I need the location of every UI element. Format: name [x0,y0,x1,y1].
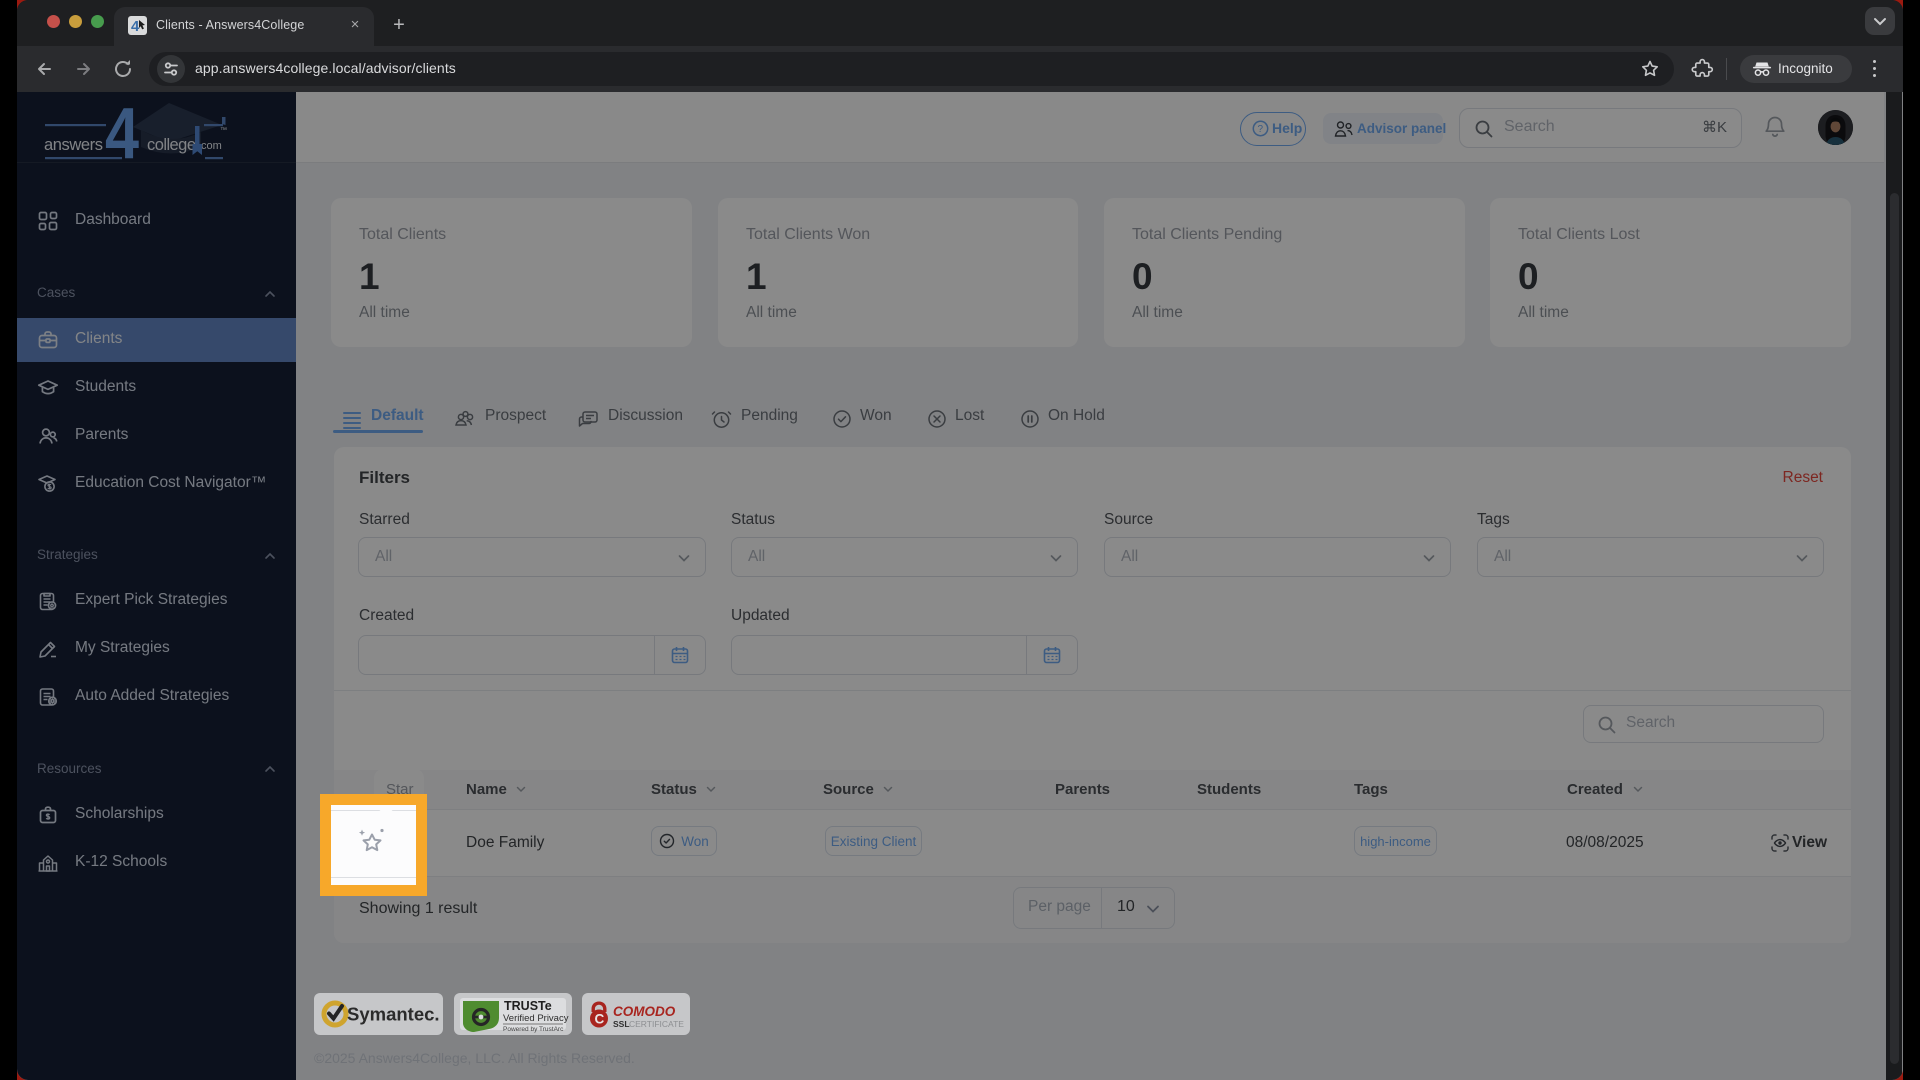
svg-text:4: 4 [131,18,140,35]
svg-text:COMODO: COMODO [613,1004,676,1019]
svg-text:Powered by TrustArc: Powered by TrustArc [503,1026,564,1033]
svg-text:C: C [595,1012,605,1027]
svg-text:Symantec.: Symantec. [347,1004,440,1025]
svg-text:CERTIFICATE: CERTIFICATE [629,1019,684,1029]
svg-text:TRUSTe: TRUSTe [504,999,552,1013]
svg-text:Verified Privacy: Verified Privacy [503,1013,569,1024]
svg-text:SSL: SSL [613,1019,630,1029]
